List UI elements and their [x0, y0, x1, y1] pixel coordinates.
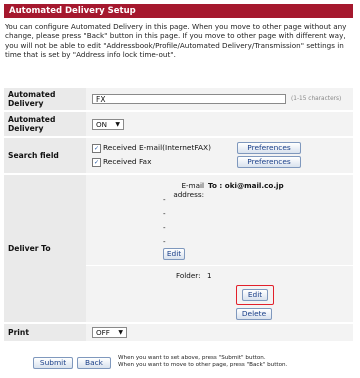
folder-label: Folder:: [176, 271, 201, 280]
received-fax-label: Received Fax: [103, 157, 152, 166]
received-email-label: Received E-mail(InternetFAX): [103, 143, 211, 152]
divider: [86, 265, 353, 266]
print-select[interactable]: OFF ▼: [92, 327, 127, 338]
folder-value: 1: [207, 271, 212, 280]
back-button[interactable]: Back: [77, 357, 111, 369]
email-address-blank: -: [163, 237, 166, 246]
checkbox-checked-icon: ✓: [92, 143, 101, 153]
email-address-blank: -: [163, 209, 166, 218]
chevron-down-icon: ▼: [118, 329, 123, 336]
chevron-down-icon: ▼: [115, 121, 120, 128]
email-edit-button[interactable]: Edit: [163, 248, 185, 260]
automated-delivery-select-value: ON: [96, 120, 108, 129]
received-fax-checkbox[interactable]: ✓ Received Fax: [92, 157, 151, 167]
automated-delivery-select[interactable]: ON ▼: [92, 119, 124, 130]
search-field-label: Search field: [8, 151, 59, 160]
back-note: When you want to move to other page, pre…: [118, 362, 288, 368]
name-length-hint: (1-15 characters): [291, 96, 342, 102]
deliver-to-label: Deliver To: [8, 244, 51, 253]
submit-note: When you want to set above, press "Submi…: [118, 355, 266, 361]
checkbox-checked-icon: ✓: [92, 157, 101, 167]
footer-notes: When you want to set above, press "Submi…: [118, 355, 287, 369]
email-address-blank: -: [163, 195, 166, 204]
edit-highlight-box: [236, 285, 274, 305]
email-address-blank: -: [163, 223, 166, 232]
received-email-checkbox[interactable]: ✓ Received E-mail(InternetFAX): [92, 143, 211, 153]
automated-delivery-name-input[interactable]: FX: [92, 94, 286, 104]
print-label: Print: [8, 328, 29, 337]
row-automated-delivery-switch: Automated Delivery: [4, 112, 353, 136]
fax-preferences-button[interactable]: Preferences: [237, 156, 301, 168]
automated-delivery-name-label: Automated Delivery: [8, 90, 56, 108]
email-preferences-button[interactable]: Preferences: [237, 142, 301, 154]
email-address-value: To : oki@mail.co.jp: [208, 181, 284, 190]
print-select-value: OFF: [96, 328, 110, 337]
intro-text: You can configure Automated Delivery in …: [5, 22, 347, 60]
automated-delivery-switch-label: Automated Delivery: [8, 115, 56, 133]
row-print: Print: [4, 324, 353, 341]
page-title: Automated Delivery Setup: [4, 4, 353, 18]
submit-button[interactable]: Submit: [33, 357, 73, 369]
email-address-label: E-mail address:: [173, 181, 204, 199]
folder-delete-button[interactable]: Delete: [236, 308, 272, 320]
